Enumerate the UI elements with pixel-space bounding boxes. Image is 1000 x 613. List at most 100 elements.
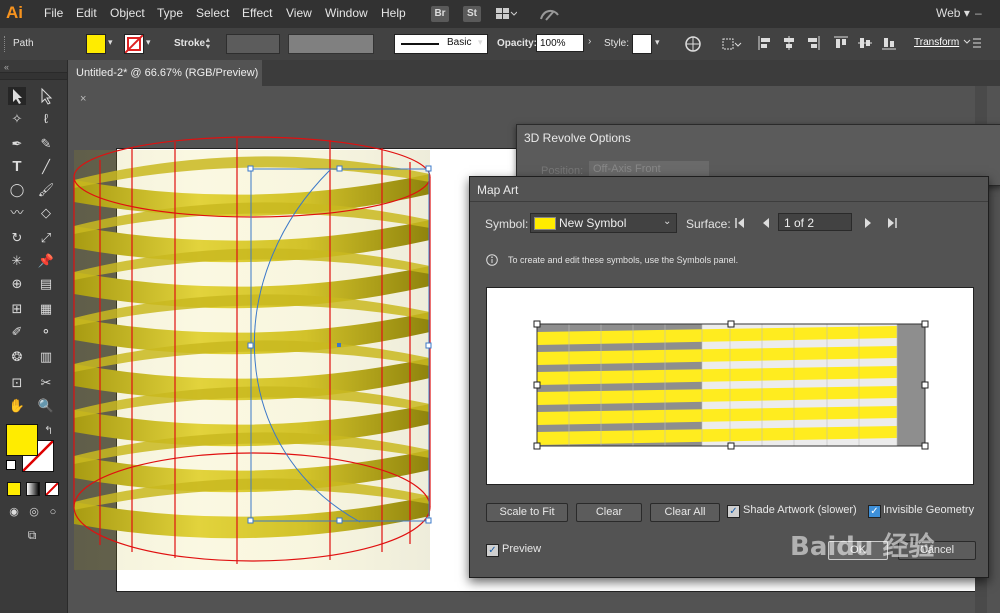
hand-tool-icon[interactable]: ✋ xyxy=(8,397,26,415)
last-surface-icon[interactable] xyxy=(886,217,898,229)
draw-normal-icon[interactable]: ◉ xyxy=(5,503,23,521)
panel-menu-icon[interactable] xyxy=(962,36,982,50)
chevron-down-icon: ⌄ xyxy=(663,216,672,227)
line-segment-tool-icon[interactable]: ╱ xyxy=(37,158,55,176)
chevron-right-icon[interactable]: › xyxy=(588,36,591,47)
align-vertical-center-icon[interactable] xyxy=(858,36,872,50)
revolved-cylinder-artwork[interactable] xyxy=(60,120,480,580)
chevron-down-icon: ▾ xyxy=(963,6,970,20)
next-surface-icon[interactable] xyxy=(862,217,874,229)
pen-tool-icon[interactable]: ✒ xyxy=(8,135,26,153)
chevron-down-icon[interactable]: ▾ xyxy=(108,37,113,48)
selection-tool-icon[interactable] xyxy=(8,87,26,105)
clear-button[interactable]: Clear xyxy=(576,503,642,522)
menu-select[interactable]: Select xyxy=(196,6,229,20)
chevron-down-icon[interactable]: ▾ xyxy=(146,37,151,48)
workspace-switcher[interactable]: Web ▾ xyxy=(936,6,970,20)
menu-type[interactable]: Type xyxy=(157,6,183,20)
menu-view[interactable]: View xyxy=(286,6,312,20)
color-mode-icon[interactable] xyxy=(7,482,21,496)
blend-tool-icon[interactable]: ⚬ xyxy=(37,323,55,341)
menu-object[interactable]: Object xyxy=(110,6,145,20)
stock-button[interactable]: St xyxy=(463,6,481,22)
graphic-style-swatch[interactable] xyxy=(632,34,652,54)
shape-builder-tool-icon[interactable]: ⊕ xyxy=(8,275,26,293)
mesh-tool-icon[interactable]: ⊞ xyxy=(8,300,26,318)
collapse-panel-icon[interactable]: « xyxy=(4,62,9,72)
scale-to-fit-button[interactable]: Scale to Fit xyxy=(486,503,568,522)
previous-surface-icon[interactable] xyxy=(760,217,772,229)
clear-all-button[interactable]: Clear All xyxy=(650,503,720,522)
arrange-documents-icon[interactable] xyxy=(495,7,518,21)
align-bottom-icon[interactable] xyxy=(882,36,896,50)
chevron-down-icon[interactable]: ▾ xyxy=(478,37,483,48)
info-icon xyxy=(486,254,498,266)
pin-icon[interactable]: 📌 xyxy=(37,252,55,270)
eyedropper-tool-icon[interactable]: ✐ xyxy=(8,323,26,341)
surface-input[interactable]: 1 of 2 xyxy=(778,213,852,231)
brush-definition-field[interactable]: Basic xyxy=(394,34,488,54)
minimize-icon[interactable]: – xyxy=(975,6,982,20)
variable-width-profile[interactable] xyxy=(288,34,374,54)
close-icon[interactable]: × xyxy=(80,93,86,105)
bridge-button[interactable]: Br xyxy=(431,6,449,22)
ellipse-tool-icon[interactable]: ◯ xyxy=(8,181,26,199)
align-horizontal-center-icon[interactable] xyxy=(782,36,796,50)
scale-tool-icon[interactable]: ⤢ xyxy=(37,229,55,247)
stroke-swatch[interactable] xyxy=(124,34,144,54)
fill-swatch[interactable] xyxy=(86,34,106,54)
opacity-input[interactable]: 100% xyxy=(536,34,584,52)
align-top-icon[interactable] xyxy=(834,36,848,50)
lasso-tool-icon[interactable]: ℓ xyxy=(37,110,55,128)
rotate-tool-icon[interactable]: ↻ xyxy=(8,229,26,247)
zoom-tool-icon[interactable]: 🔍 xyxy=(37,397,55,415)
menu-window[interactable]: Window xyxy=(325,6,368,20)
draw-behind-icon[interactable]: ◎ xyxy=(25,503,43,521)
document-tab[interactable]: Untitled-2* @ 66.67% (RGB/Preview) × xyxy=(68,60,262,105)
align-left-icon[interactable] xyxy=(758,36,772,50)
chevron-down-icon[interactable]: ▾ xyxy=(655,37,660,48)
artboard-tool-icon[interactable]: ⊡ xyxy=(8,374,26,392)
magic-wand-tool-icon[interactable]: ✧ xyxy=(8,110,26,128)
shade-artwork-checkbox[interactable]: ✓ xyxy=(727,505,740,518)
position-select[interactable]: Off-Axis Front xyxy=(589,161,709,177)
menu-file[interactable]: File xyxy=(44,6,63,20)
direct-selection-tool-icon[interactable] xyxy=(37,87,55,105)
recolor-artwork-icon[interactable] xyxy=(684,35,702,53)
none-mode-icon[interactable] xyxy=(45,482,59,496)
swap-fill-stroke-icon[interactable]: ↰ xyxy=(44,424,53,437)
menu-edit[interactable]: Edit xyxy=(76,6,97,20)
symbol-select[interactable]: New Symbol ⌄ xyxy=(530,213,677,233)
eraser-tool-icon[interactable]: ◇ xyxy=(37,204,55,222)
paintbrush-tool-icon[interactable]: 🖌 xyxy=(37,181,55,199)
fill-color-chip xyxy=(87,35,105,53)
menu-help[interactable]: Help xyxy=(381,6,406,20)
slice-tool-icon[interactable]: ✂ xyxy=(37,374,55,392)
preview-checkbox[interactable]: ✓ xyxy=(486,544,499,557)
first-surface-icon[interactable] xyxy=(734,217,746,229)
default-colors-icon[interactable] xyxy=(6,460,16,470)
map-art-dialog: Map Art Symbol: New Symbol ⌄ Surface: 1 … xyxy=(469,176,989,578)
curvature-tool-icon[interactable]: ✎ xyxy=(37,135,55,153)
gradient-mode-icon[interactable] xyxy=(26,482,40,496)
puppet-warp-tool-icon[interactable]: ✳ xyxy=(8,252,26,270)
gradient-tool-icon[interactable]: ▦ xyxy=(37,300,55,318)
menu-effect[interactable]: Effect xyxy=(242,6,272,20)
symbol-sprayer-tool-icon[interactable]: ❂ xyxy=(8,348,26,366)
surface-preview-area[interactable] xyxy=(486,287,974,485)
stroke-weight-stepper[interactable]: ▴ ▾ xyxy=(206,36,210,51)
preview-label: Preview xyxy=(502,543,542,555)
type-tool-icon[interactable]: T xyxy=(8,158,26,176)
change-screen-mode-icon[interactable]: ⧉ xyxy=(23,526,41,544)
column-graph-tool-icon[interactable]: ▥ xyxy=(37,348,55,366)
shaper-tool-icon[interactable]: 〰 xyxy=(8,204,26,222)
revolve-dialog-title: 3D Revolve Options xyxy=(524,131,631,145)
align-right-icon[interactable] xyxy=(806,36,820,50)
stroke-weight-input[interactable] xyxy=(226,34,280,54)
fill-color-box[interactable] xyxy=(6,424,38,456)
perspective-grid-tool-icon[interactable]: ▤ xyxy=(37,275,55,293)
align-to-selection-icon[interactable] xyxy=(720,35,742,53)
gpu-performance-icon[interactable] xyxy=(538,5,562,23)
transform-link[interactable]: Transform xyxy=(914,37,959,48)
invisible-geometry-checkbox[interactable]: ✓ xyxy=(868,505,881,518)
